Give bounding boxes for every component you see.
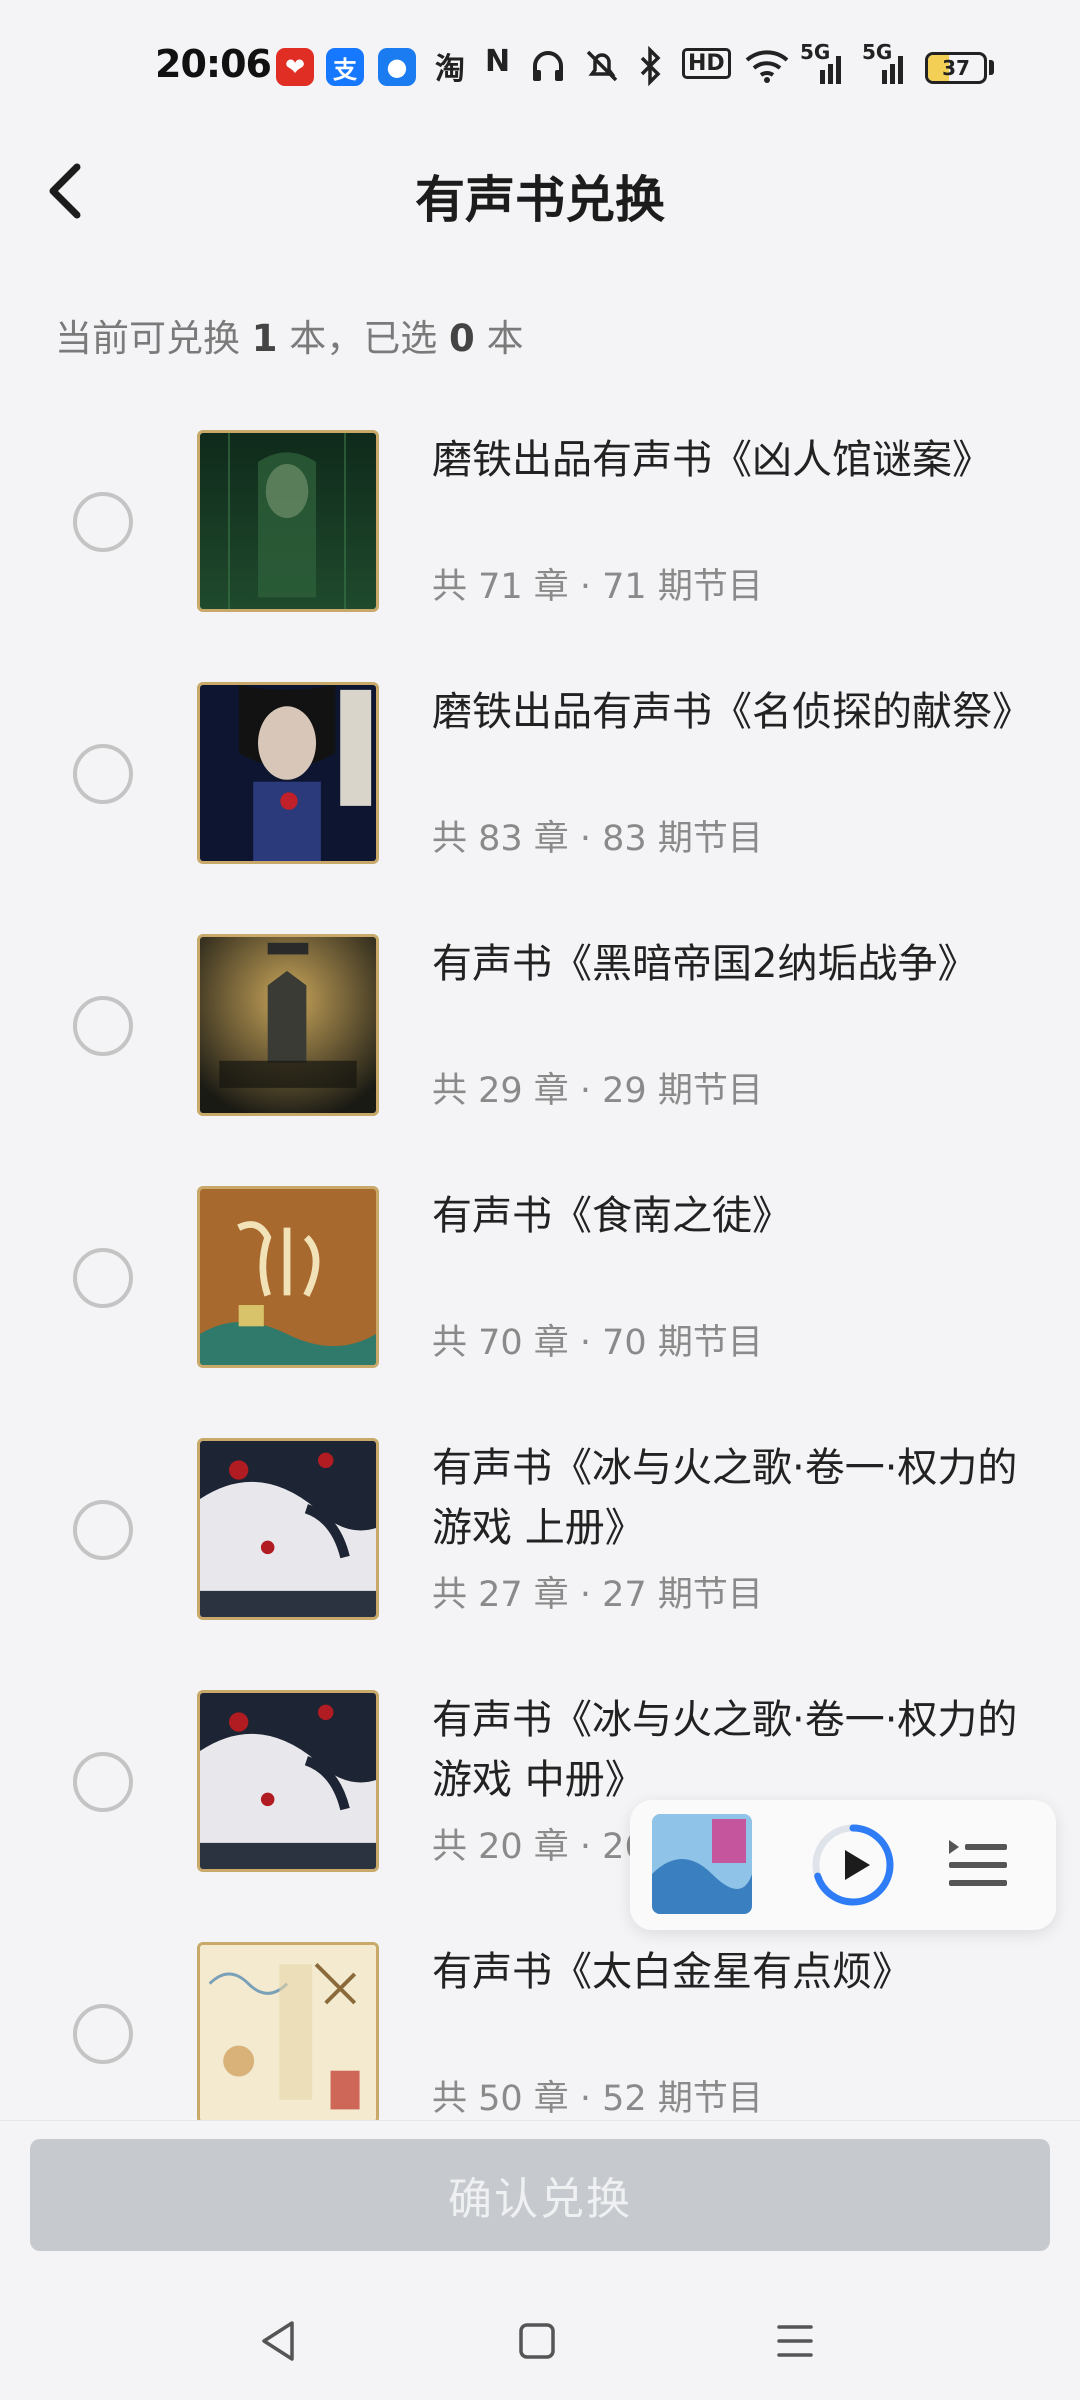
list-item[interactable]: 磨铁出品有声书《名侦探的献祭》 共 83 章 · 83 期节目 (0, 672, 1080, 872)
battery-level: 37 (942, 56, 970, 80)
book-title: 磨铁出品有声书《名侦探的献祭》 (432, 689, 1032, 735)
bluetooth-icon (640, 46, 661, 86)
available-count: 1 (251, 317, 278, 360)
book-meta: 共 70 章 · 70 期节目 (432, 1323, 763, 1363)
battery-icon: 37 (925, 52, 987, 84)
hd-icon: HD (682, 48, 731, 79)
select-radio[interactable] (73, 996, 133, 1056)
alipay-icon: 支 (326, 48, 364, 86)
book-meta: 共 29 章 · 29 期节目 (432, 1071, 763, 1111)
triangle-back-icon (262, 2321, 294, 2361)
signal-icon (820, 56, 841, 84)
screen: 20:06 ❤ 支 ● 淘 N HD 5G 5G 37 有声书兑换 当前可兑换 … (0, 0, 1080, 2400)
app-icon: ● (378, 48, 416, 86)
book-title: 磨铁出品有声书《凶人馆谜案》 (432, 437, 992, 483)
signal-icon-2 (882, 56, 903, 84)
wifi-icon (745, 50, 789, 83)
book-meta: 共 83 章 · 83 期节目 (432, 819, 763, 859)
select-radio[interactable] (73, 1500, 133, 1560)
selected-count: 0 (449, 317, 475, 360)
book-title: 有声书《食南之徒》 (432, 1193, 792, 1239)
book-cover (197, 682, 379, 864)
headphone-icon (533, 51, 563, 81)
book-title: 有声书《太白金星有点烦》 (432, 1949, 912, 1995)
select-radio[interactable] (73, 1248, 133, 1308)
menu-icon (777, 2325, 813, 2357)
list-item[interactable]: 磨铁出品有声书《凶人馆谜案》 共 71 章 · 71 期节目 (0, 420, 1080, 620)
list-item[interactable]: 有声书《食南之徒》 共 70 章 · 70 期节目 (0, 1176, 1080, 1376)
playlist-icon (949, 1840, 1007, 1886)
book-cover (197, 430, 379, 612)
now-playing-cover (652, 1814, 752, 1914)
cover-image (200, 433, 376, 609)
system-nav-bar (0, 2311, 1080, 2371)
nfc-icon: N (485, 44, 511, 79)
book-cover (197, 1186, 379, 1368)
nav-menu-button[interactable] (765, 2311, 825, 2371)
nav-back-button[interactable] (248, 2311, 308, 2371)
select-radio[interactable] (73, 492, 133, 552)
status-bar: 20:06 ❤ 支 ● 淘 N HD 5G 5G 37 (0, 0, 1080, 130)
cover-image (200, 1693, 376, 1869)
play-icon (812, 1824, 894, 1906)
pinduoduo-icon: ❤ (276, 48, 314, 86)
cover-image (200, 937, 376, 1113)
play-button[interactable] (810, 1822, 896, 1908)
select-radio[interactable] (73, 744, 133, 804)
square-home-icon (519, 2323, 555, 2359)
cover-image (200, 1441, 376, 1617)
list-item[interactable]: 有声书《黑暗帝国2纳垢战争》 共 29 章 · 29 期节目 (0, 924, 1080, 1124)
header: 有声书兑换 (0, 130, 1080, 260)
nav-home-button[interactable] (507, 2311, 567, 2371)
book-title: 有声书《黑暗帝国2纳垢战争》 (432, 941, 978, 987)
cover-image (200, 1189, 376, 1365)
mute-icon (586, 50, 618, 82)
redeem-summary: 当前可兑换 1 本，已选 0 本 (55, 317, 524, 360)
confirm-redeem-button[interactable]: 确认兑换 (30, 2139, 1050, 2251)
list-item[interactable]: 有声书《太白金星有点烦》 共 50 章 · 52 期节目 (0, 1932, 1080, 2132)
mini-player-cover[interactable] (652, 1814, 752, 1914)
book-cover (197, 1690, 379, 1872)
cover-image (200, 1945, 376, 2121)
taobao-icon: 淘 (435, 52, 465, 87)
mini-player[interactable] (630, 1800, 1056, 1930)
cover-image (200, 685, 376, 861)
battery-tip (989, 60, 994, 75)
book-cover (197, 1438, 379, 1620)
status-time: 20:06 (155, 42, 272, 86)
select-radio[interactable] (73, 2004, 133, 2064)
page-title: 有声书兑换 (415, 171, 665, 229)
book-cover (197, 1942, 379, 2124)
book-meta: 共 20 章 · 26 (432, 1827, 647, 1867)
book-cover (197, 934, 379, 1116)
bottom-panel: 确认兑换 (0, 2120, 1080, 2400)
book-meta: 共 50 章 · 52 期节目 (432, 2079, 763, 2119)
select-radio[interactable] (73, 1752, 133, 1812)
list-item[interactable]: 有声书《冰与火之歌·卷一·权力的游戏 上册》 共 27 章 · 27 期节目 (0, 1428, 1080, 1628)
book-meta: 共 27 章 · 27 期节目 (432, 1575, 763, 1615)
book-meta: 共 71 章 · 71 期节目 (432, 567, 763, 607)
book-title: 有声书《冰与火之歌·卷一·权力的游戏 中册》 (432, 1697, 1018, 1803)
playlist-button[interactable] (945, 1834, 1009, 1896)
book-title: 有声书《冰与火之歌·卷一·权力的游戏 上册》 (432, 1445, 1018, 1551)
